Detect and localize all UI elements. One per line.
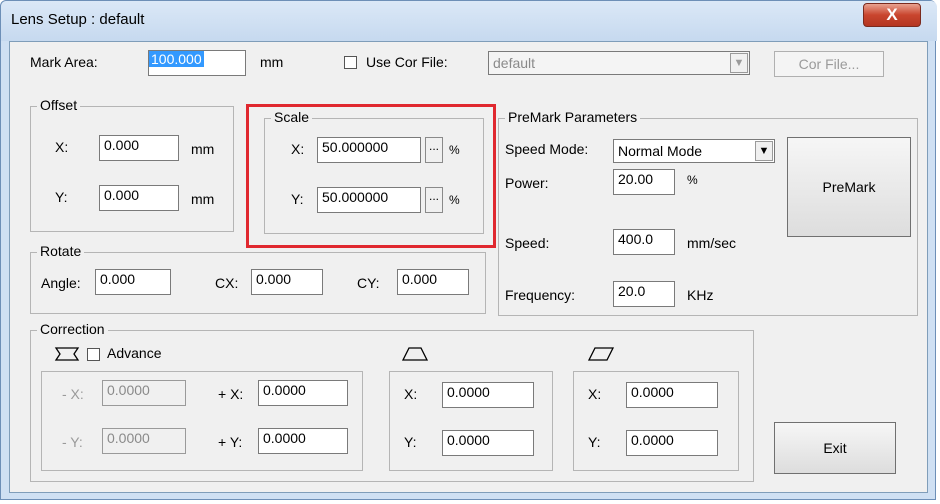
- trapezoid-y-input[interactable]: 0.0000: [442, 430, 534, 456]
- trapezoid-x-label: X:: [404, 386, 418, 402]
- offset-x-unit: mm: [191, 141, 215, 157]
- power-unit: %: [687, 173, 698, 187]
- plus-x-label: + X:: [218, 386, 244, 402]
- scale-highlight-box: [246, 104, 496, 248]
- minus-x-input[interactable]: 0.0000: [102, 380, 186, 406]
- offset-y-label: Y:: [55, 189, 68, 205]
- premark-group: PreMark Parameters Speed Mode: Normal Mo…: [498, 109, 918, 316]
- parallelogram-correction-box: X: 0.0000 Y: 0.0000: [573, 371, 739, 471]
- premark-button[interactable]: PreMark: [787, 137, 911, 237]
- close-button[interactable]: X: [863, 3, 921, 27]
- power-input[interactable]: 20.00: [613, 169, 675, 195]
- speed-mode-label: Speed Mode:: [505, 141, 589, 157]
- trapezoid-icon: [401, 347, 429, 361]
- cor-file-button[interactable]: Cor File...: [774, 51, 884, 77]
- correction-legend: Correction: [37, 321, 108, 337]
- offset-legend: Offset: [37, 97, 81, 113]
- cor-file-select[interactable]: default ▼: [488, 51, 750, 75]
- offset-x-input[interactable]: 0.000: [99, 135, 179, 161]
- exit-button[interactable]: Exit: [774, 422, 896, 474]
- rotate-group: Rotate Angle: 0.000 CX: 0.000 CY: 0.000: [30, 243, 486, 314]
- speed-mode-value: Normal Mode: [618, 143, 703, 159]
- trapezoid-y-label: Y:: [404, 434, 417, 450]
- frequency-label: Frequency:: [505, 287, 576, 303]
- use-cor-file-label: Use Cor File:: [366, 54, 448, 70]
- rotate-cy-label: CY:: [357, 275, 380, 291]
- offset-x-label: X:: [55, 139, 69, 155]
- plus-x-input[interactable]: 0.0000: [258, 380, 348, 406]
- offset-group: Offset X: 0.000 mm Y: 0.000 mm: [30, 97, 234, 232]
- speed-input[interactable]: 400.0: [613, 229, 675, 255]
- cor-file-select-value: default: [493, 55, 536, 71]
- chevron-down-icon: ▼: [755, 141, 773, 161]
- dialog-body: Mark Area: 100.000 mm Use Cor File: defa…: [9, 41, 928, 493]
- speed-mode-select[interactable]: Normal Mode ▼: [613, 139, 775, 163]
- dialog-window: Lens Setup : default X Mark Area: 100.00…: [0, 0, 937, 500]
- chevron-down-icon: ▼: [730, 53, 748, 73]
- window-title: Lens Setup : default: [11, 11, 145, 28]
- mark-area-input[interactable]: 100.000: [148, 50, 246, 76]
- advance-checkbox[interactable]: [87, 348, 100, 361]
- parallelogram-y-input[interactable]: 0.0000: [626, 430, 718, 456]
- offset-y-input[interactable]: 0.000: [99, 185, 179, 211]
- advance-label: Advance: [107, 345, 162, 361]
- plus-y-label: + Y:: [218, 434, 243, 450]
- rotate-cx-label: CX:: [215, 275, 239, 291]
- title-bar[interactable]: Lens Setup : default X: [1, 1, 937, 41]
- mark-area-unit: mm: [260, 54, 284, 70]
- speed-label: Speed:: [505, 235, 550, 251]
- frequency-input[interactable]: 20.0: [613, 281, 675, 307]
- rotate-cx-input[interactable]: 0.000: [251, 269, 323, 295]
- parallelogram-x-input[interactable]: 0.0000: [626, 382, 718, 408]
- rotate-cy-input[interactable]: 0.000: [397, 269, 469, 295]
- trapezoid-correction-box: X: 0.0000 Y: 0.0000: [389, 371, 553, 471]
- use-cor-file-checkbox[interactable]: [344, 56, 357, 69]
- minus-y-input[interactable]: 0.0000: [102, 428, 186, 454]
- mark-area-label: Mark Area:: [30, 54, 98, 70]
- pincushion-icon: [54, 347, 80, 361]
- trapezoid-x-input[interactable]: 0.0000: [442, 382, 534, 408]
- premark-legend: PreMark Parameters: [505, 109, 641, 125]
- parallelogram-y-label: Y:: [588, 434, 601, 450]
- power-label: Power:: [505, 175, 549, 191]
- parallelogram-x-label: X:: [588, 386, 602, 402]
- rotate-angle-input[interactable]: 0.000: [95, 269, 171, 295]
- speed-unit: mm/sec: [687, 235, 736, 251]
- frequency-unit: KHz: [687, 287, 714, 303]
- correction-group: Correction Advance - X: 0.0000 + X: 0.00…: [30, 321, 754, 482]
- plus-y-input[interactable]: 0.0000: [258, 428, 348, 454]
- offset-y-unit: mm: [191, 191, 215, 207]
- minus-x-label: - X:: [62, 386, 84, 402]
- barrel-correction-box: - X: 0.0000 + X: 0.0000 - Y: 0.0000 + Y:…: [41, 371, 363, 471]
- parallelogram-icon: [587, 347, 615, 361]
- minus-y-label: - Y:: [62, 434, 83, 450]
- rotate-legend: Rotate: [37, 243, 85, 259]
- rotate-angle-label: Angle:: [41, 275, 81, 291]
